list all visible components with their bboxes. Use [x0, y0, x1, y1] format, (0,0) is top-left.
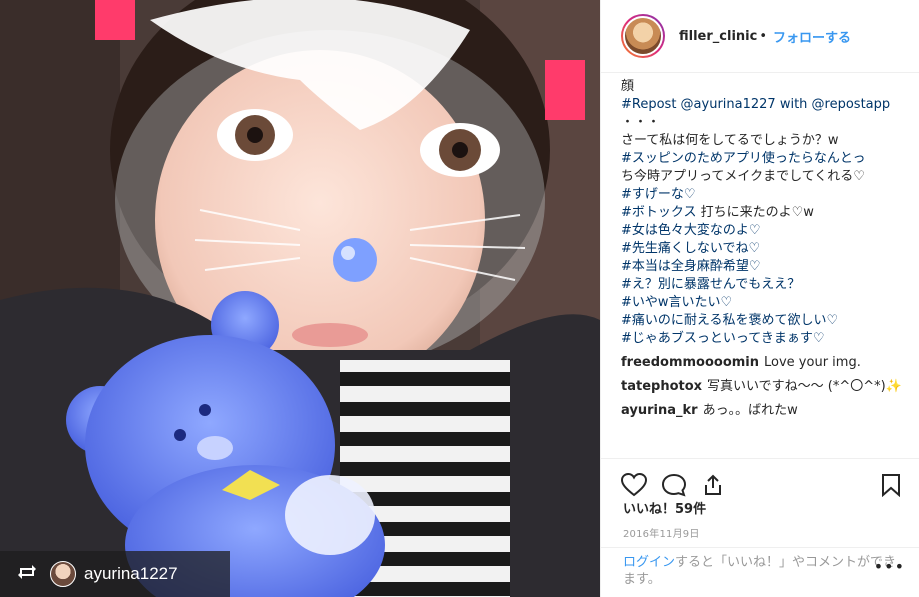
hashtag-line[interactable]: #いやw言いたい♡	[621, 294, 907, 312]
caption-line: ・・・	[621, 115, 661, 130]
post-header: filler_clinic • フォローする	[601, 0, 919, 73]
post-username[interactable]: filler_clinic	[679, 29, 757, 44]
post-date: 2016年11月9日	[623, 529, 700, 540]
hashtag[interactable]: #ボトックス	[621, 205, 697, 220]
hashtag-line[interactable]: #すげーな♡	[621, 186, 907, 204]
hashtag-line[interactable]: #Repost @ayurina1227 with @repostapp	[621, 96, 907, 114]
hashtag-line[interactable]: #え？別に暴露せんでもええ？	[621, 276, 907, 294]
hashtag-line[interactable]: #痛いのに耐える私を褒めて欲しい♡	[621, 312, 907, 330]
comment: ayurina_kr あっ。。ばれたw	[621, 402, 907, 420]
caption-line: 顔	[621, 79, 635, 94]
instagram-post: ayurina1227 filler_clinic • フォローする 顔 #Re…	[0, 0, 919, 597]
more-options-icon[interactable]: •••	[874, 558, 905, 575]
hashtag-line[interactable]: #先生痛くしないでね♡	[621, 240, 907, 258]
hashtag-line[interactable]: #スッピンのためアプリ使ったらなんとっ	[621, 150, 907, 168]
avatar[interactable]	[621, 14, 665, 58]
comment-text: Love your img.	[764, 355, 861, 370]
bookmark-icon[interactable]	[881, 473, 901, 501]
repost-icon	[16, 562, 38, 587]
login-prompt: ログインすると「いいね！」やコメントができます。 •••	[601, 547, 919, 597]
caption: 顔 #Repost @ayurina1227 with @repostapp ・…	[621, 78, 907, 348]
caption-line: ち今時アプリってメイクまでしてくれる♡	[621, 169, 865, 184]
login-link[interactable]: ログイン	[623, 555, 675, 570]
comments-section: 顔 #Repost @ayurina1227 with @repostapp ・…	[621, 78, 907, 420]
comment-username[interactable]: tatephotox	[621, 379, 702, 394]
post-photo-image	[0, 0, 600, 597]
repost-avatar	[50, 561, 76, 587]
comment: freedommoooomin Love your img.	[621, 354, 907, 372]
caption-line: #ボトックス 打ちに来たのよ♡w	[621, 204, 907, 222]
share-icon[interactable]	[701, 473, 725, 501]
caption-line: さーて私は何をしてるでしょうか？w	[621, 133, 839, 148]
heart-icon[interactable]	[620, 472, 648, 501]
comment-text: 写真いいですね～～ (*^〇^*)✨	[707, 379, 902, 394]
follow-button[interactable]: フォローする	[773, 27, 851, 46]
hashtag-line[interactable]: #じゃあブスっといってきまぁす♡	[621, 330, 907, 348]
post-sidebar: filler_clinic • フォローする 顔 #Repost @ayurin…	[600, 0, 919, 597]
comment-icon[interactable]	[661, 473, 687, 501]
post-photo[interactable]: ayurina1227	[0, 0, 600, 597]
repost-credit-bar: ayurina1227	[0, 551, 230, 597]
comment-text: あっ。。ばれたw	[702, 403, 798, 418]
hashtag-line[interactable]: #本当は全身麻酔希望♡	[621, 258, 907, 276]
repost-username: ayurina1227	[84, 564, 178, 583]
comment-username[interactable]: ayurina_kr	[621, 403, 698, 418]
comment-username[interactable]: freedommoooomin	[621, 355, 759, 370]
likes-count[interactable]: いいね！59件	[623, 498, 706, 517]
comment: tatephotox 写真いいですね～～ (*^〇^*)✨	[621, 378, 907, 396]
hashtag-line[interactable]: #女は色々大変なのよ♡	[621, 222, 907, 240]
caption-suffix: 打ちに来たのよ♡w	[696, 205, 814, 220]
separator-dot: •	[759, 28, 767, 44]
